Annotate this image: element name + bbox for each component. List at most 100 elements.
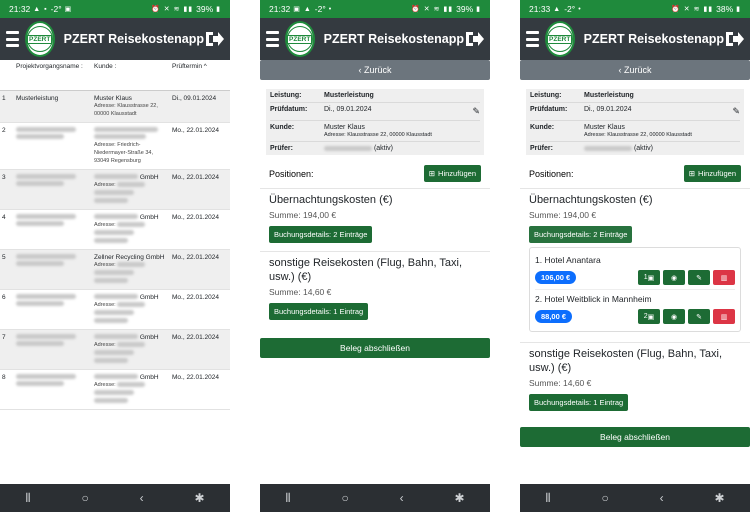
row-name [14,289,92,330]
customer-name: GmbH [139,373,159,381]
accessibility-icon[interactable]: ✱ [714,491,724,505]
trash-icon[interactable]: ▥ [713,270,735,285]
col-prueftermin[interactable]: Prüftermin ^ [170,60,230,91]
notification-icons: ▲ [553,5,562,13]
booking-details-button[interactable]: Buchungsdetails: 1 Eintrag [529,394,629,411]
status-temp: -2° [564,4,576,14]
booking-name: 1. Hotel Anantara [535,255,601,265]
edit-icon[interactable]: ✎ [732,106,740,117]
table-row[interactable]: 4 GmbH Adresse: Mo., 22.01.2024 [0,209,230,250]
add-label: Hinzufügen [698,169,736,178]
customer-address: Adresse: [94,301,116,308]
project-name: Musterleistung [16,94,59,102]
add-position-button[interactable]: ⊞ Hinzufügen [423,165,481,182]
info-box: Leistung: Musterleistung Prüfdatum: Di., 0… [526,89,744,155]
col-kunde[interactable]: Kunde : [92,60,170,91]
row-date: Mo., 22.01.2024 [170,209,230,250]
accessibility-icon[interactable]: ✱ [194,491,204,505]
back-label: Zurück [623,65,652,75]
close-receipt-button[interactable]: Beleg abschließen [260,338,490,358]
camera-icon[interactable]: ◉ [663,309,685,324]
table-row[interactable]: 6 GmbH Adresse: Mo., 22.01.2024 [0,289,230,330]
status-time: 21:33 [529,4,551,14]
logout-icon[interactable] [204,30,224,48]
recents-icon[interactable]: ⦀ [285,491,290,506]
images-button[interactable]: 2 ▣ [638,309,660,324]
table-row[interactable]: 3 GmbH Adresse: Mo., 22.01.2024 [0,169,230,210]
booking-details-button[interactable]: Buchungsdetails: 1 Eintrag [269,303,369,320]
logout-icon[interactable] [464,30,484,48]
col-projektvorgangsname[interactable]: Projektvorgangsname : [14,60,92,91]
recents-icon[interactable]: ⦀ [25,491,30,506]
table-row[interactable]: 5 Zellner Recycling GmbH Adresse: Mo., 22.… [0,249,230,290]
table-row[interactable]: 2 Adresse: Friedrich-Niedermayer-Straße 3… [0,122,230,170]
back-button[interactable]: ‹ Zurück [520,60,750,80]
home-icon[interactable]: ○ [602,491,609,505]
edit-icon[interactable]: ✎ [688,309,710,324]
battery-level: 39% [196,4,214,14]
edit-icon[interactable]: ✎ [688,270,710,285]
app-header: PZERT PZERT Reisekostenapp [0,18,230,60]
back-icon[interactable]: ‹ [400,491,404,505]
close-receipt-button[interactable]: Beleg abschließen [520,427,750,447]
logo-text: PZERT [547,34,573,44]
back-icon[interactable]: ‹ [140,491,144,505]
leistung-label: Leistung: [530,92,562,99]
row-index: 2 [0,122,14,170]
table-row[interactable]: 1 Musterleistung Muster Klaus Adresse: Klau… [0,90,230,123]
section-uebernachtung: Übernachtungskosten (€) Summe: 194,00 € … [260,188,490,251]
row-customer: Muster Klaus Adresse: Klausstrasse 22, 00… [92,90,170,123]
customer-address: Adresse: [94,221,116,228]
home-icon[interactable]: ○ [342,491,349,505]
customer-name: Muster Klaus [94,94,132,102]
row-customer: GmbH Adresse: [92,329,170,370]
logo-text: PZERT [287,34,313,44]
back-icon[interactable]: ‹ [660,491,664,505]
status-temp: -2° [314,4,326,14]
row-name: Musterleistung [14,90,92,123]
images-button[interactable]: 1 ▣ [638,270,660,285]
plus-square-icon: ⊞ [428,169,436,178]
customer-name: GmbH [139,333,159,341]
hamburger-icon[interactable] [526,31,539,47]
camera-icon[interactable]: ◉ [663,270,685,285]
pruefer-value: (aktiv) [633,145,654,152]
trash-icon[interactable]: ▥ [713,309,735,324]
section-sum: Summe: 194,00 € [269,210,337,220]
booking-details-button[interactable]: Buchungsdetails: 2 Einträge [529,226,633,243]
row-date: Mo., 22.01.2024 [170,122,230,170]
positions-header: Positionen: ⊞ Hinzufügen [260,155,490,188]
edit-icon[interactable]: ✎ [472,106,480,117]
battery-icon: ▮ [216,6,221,13]
notification-icons: ▲ ▪ [33,5,48,13]
pzert-logo: PZERT [544,21,575,57]
row-date: Mo., 22.01.2024 [170,329,230,370]
customer-name: GmbH [139,213,159,221]
customer-address: Adresse: [94,181,116,188]
dot-icon: • [578,5,582,13]
hamburger-icon[interactable] [266,31,279,47]
android-nav-bar: ⦀ ○ ‹ ✱ [520,484,750,512]
kunde-value: Muster Klaus [584,124,625,131]
table-row[interactable]: 8 GmbH Adresse: Mo., 22.01.2024 [0,369,230,410]
hamburger-icon[interactable] [6,31,19,47]
pruefer-label: Prüfer: [270,145,293,152]
booking-details-button[interactable]: Buchungsdetails: 2 Einträge [269,226,373,243]
logout-icon[interactable] [724,30,744,48]
customer-address: Adresse: [94,381,116,388]
row-name [14,369,92,410]
plus-square-icon: ⊞ [688,169,696,178]
battery-level: 39% [456,4,474,14]
logo-text: PZERT [27,34,53,44]
project-table: Projektvorgangsname : Kunde : Prüftermin… [0,60,230,410]
table-row[interactable]: 7 GmbH Adresse: Mo., 22.01.2024 [0,329,230,370]
col-index [0,60,14,91]
back-button[interactable]: ‹ Zurück [260,60,490,80]
add-position-button[interactable]: ⊞ Hinzufügen [683,165,741,182]
accessibility-icon[interactable]: ✱ [454,491,464,505]
battery-icon: ▮ [476,6,481,13]
section-sonstige: sonstige Reisekosten (Flug, Bahn, Taxi, … [260,251,490,328]
recents-icon[interactable]: ⦀ [545,491,550,506]
home-icon[interactable]: ○ [82,491,89,505]
app-header: PZERT PZERT Reisekostenapp [260,18,490,60]
